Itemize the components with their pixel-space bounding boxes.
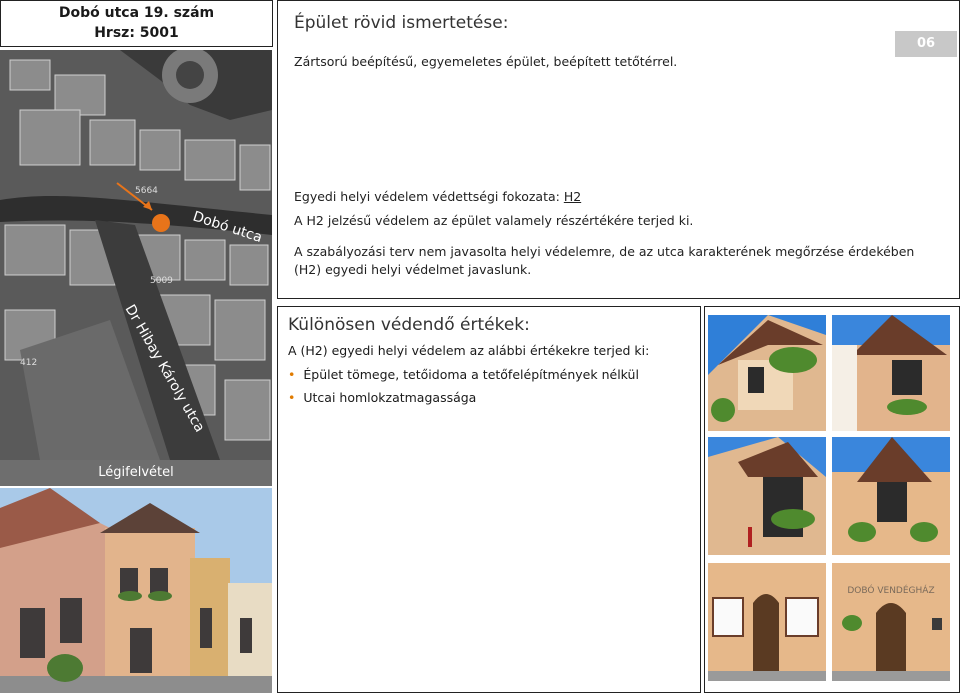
parcel-number-label: 5009 — [150, 276, 173, 286]
street-photo-image — [0, 488, 272, 693]
list-item: • Utcai homlokzatmagassága — [288, 386, 639, 409]
protection-note: A H2 jelzésű védelem az épület valamely … — [294, 213, 694, 228]
gallery-photo — [832, 315, 950, 431]
gallery-photo — [708, 437, 826, 555]
address-title: Dobó utca 19. szám — [58, 5, 215, 21]
gallery-photo — [708, 315, 826, 431]
description-summary: Zártsorú beépítésű, egyemeletes épület, … — [294, 54, 678, 69]
list-item: • Épület tömege, tetőidoma a tetőfelépítm… — [288, 363, 639, 386]
photo-gallery: DOBÓ VENDÉGHÁZ — [704, 306, 960, 693]
gallery-photo — [708, 563, 826, 681]
bullet-icon: • — [288, 367, 296, 382]
protection-label: Egyedi helyi védelem védettségi fokozata… — [294, 189, 564, 204]
values-list: • Épület tömege, tetőidoma a tetőfelépítm… — [288, 363, 639, 409]
gallery-photo — [832, 437, 950, 555]
values-intro: A (H2) egyedi helyi védelem az alábbi ér… — [288, 343, 650, 358]
list-item-text: Épület tömege, tetőidoma a tetőfelépítmé… — [303, 367, 639, 382]
page-number-badge: 06 — [895, 31, 957, 57]
parcel-number-label: 5664 — [135, 186, 158, 196]
gallery-photo: DOBÓ VENDÉGHÁZ — [832, 563, 950, 681]
regulation-note: A szabályozási terv nem javasolta helyi … — [294, 244, 915, 277]
protected-values-panel: Különösen védendő értékek: A (H2) egyedi… — [277, 306, 701, 693]
street-photo — [0, 488, 272, 693]
shop-sign: DOBÓ VENDÉGHÁZ — [847, 584, 934, 596]
bullet-icon: • — [288, 390, 296, 405]
parcel-number-label: 412 — [20, 358, 37, 368]
parcel-number: Hrsz: 5001 — [94, 25, 179, 41]
aerial-map-image: 412 5664 5009 Dobó utca Dr Hibay Károly … — [0, 50, 272, 460]
values-heading: Különösen védendő értékek: — [288, 315, 530, 335]
description-panel: Épület rövid ismertetése: 06 Zártsorú be… — [277, 0, 960, 299]
protection-grade: H2 — [563, 189, 582, 204]
protection-grade-line: Egyedi helyi védelem védettségi fokozata… — [294, 189, 581, 204]
list-item-text: Utcai homlokzatmagassága — [303, 390, 477, 405]
description-heading: Épület rövid ismertetése: — [294, 13, 509, 33]
title-box: Dobó utca 19. szám Hrsz: 5001 — [0, 0, 273, 47]
aerial-map: 412 5664 5009 Dobó utca Dr Hibay Károly … — [0, 50, 272, 460]
aerial-caption: Légifelvétel — [0, 460, 272, 486]
